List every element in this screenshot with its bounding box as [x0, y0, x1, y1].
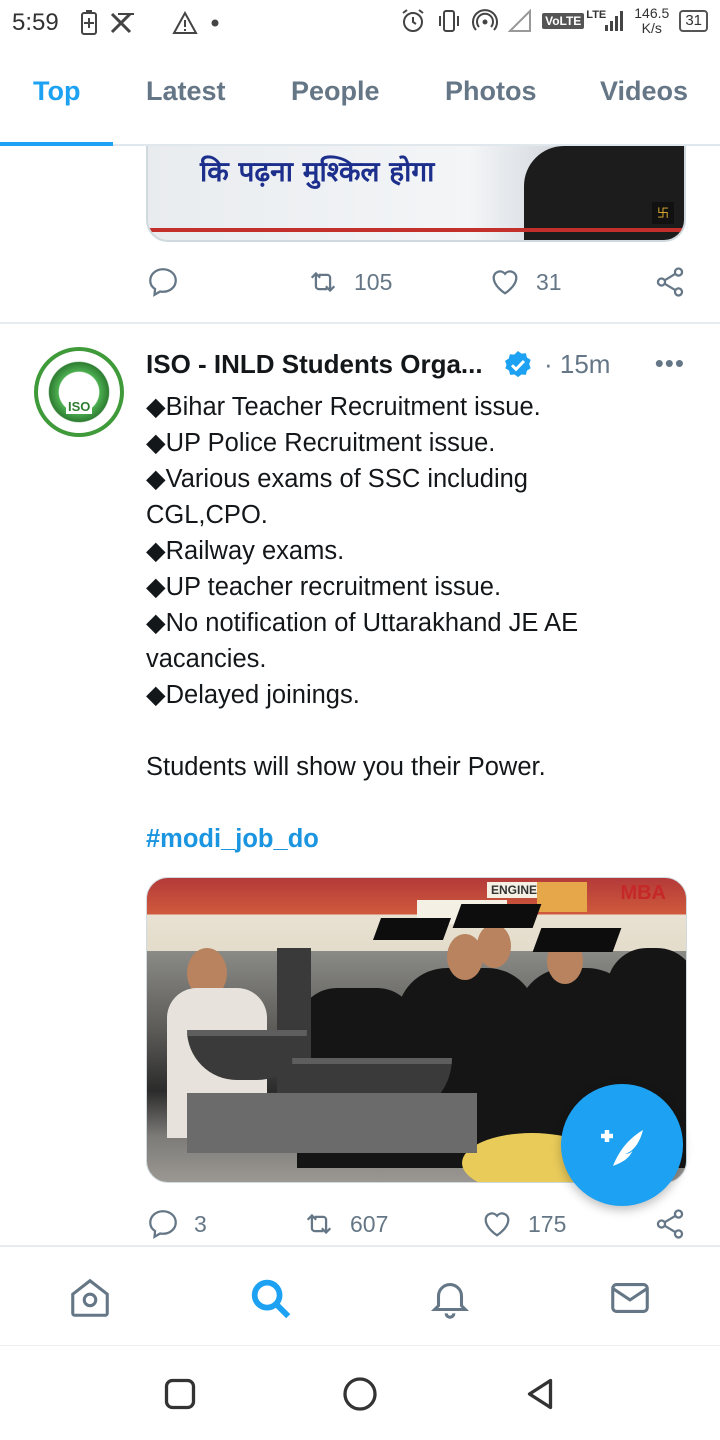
retweet-icon: [306, 1213, 332, 1235]
signal-icon: [605, 11, 624, 31]
status-time: 5:59: [12, 9, 59, 36]
avatar-label: ISO: [66, 399, 93, 414]
tweet-line: ◆Railway exams.: [146, 537, 345, 565]
home-button[interactable]: [342, 1376, 378, 1412]
like-button[interactable]: 175: [480, 1207, 566, 1241]
retweet-button[interactable]: 105: [306, 265, 392, 299]
tweet-line: ◆Various exams of SSC including: [146, 465, 528, 493]
active-tab-indicator: [0, 142, 113, 146]
tab-top[interactable]: Top: [33, 76, 80, 107]
search-icon: [251, 1279, 291, 1319]
retweet-button[interactable]: 607: [302, 1207, 388, 1241]
compose-feather-icon: [601, 1130, 643, 1166]
net-speed: 146.5 K/s: [634, 5, 670, 36]
hashtag-link[interactable]: #modi_job_do: [146, 821, 691, 857]
avatar[interactable]: ISO: [34, 347, 124, 437]
tweet-line: ◆Bihar Teacher Recruitment issue.: [146, 393, 541, 421]
avatar-emblem: [44, 357, 114, 427]
tweet-closing-line: Students will show you their Power.: [146, 753, 546, 781]
reply-count: 3: [194, 1210, 207, 1237]
tab-videos[interactable]: Videos: [600, 76, 688, 107]
nav-home[interactable]: [67, 1275, 113, 1321]
reply-icon: [149, 1210, 177, 1239]
tweet-timestamp: · 15m: [544, 349, 611, 379]
tweet-text: ◆Bihar Teacher Recruitment issue. ◆UP Po…: [146, 389, 691, 857]
tweet-line: ◆UP Police Recruitment issue.: [146, 429, 496, 457]
back-button[interactable]: [522, 1376, 558, 1412]
signal-empty-icon: [508, 9, 532, 32]
battery-saver-icon: [81, 10, 97, 35]
x-app-icon: [110, 12, 134, 34]
more-options-icon[interactable]: •••: [655, 348, 685, 379]
warning-icon: [172, 11, 198, 34]
alarm-icon: [402, 9, 424, 32]
volte-badge: VoLTE: [542, 13, 585, 29]
notifications-icon: [430, 1283, 470, 1319]
retweet-count: 105: [354, 268, 393, 295]
search-tabs: Top Latest People Photos Videos: [0, 48, 720, 146]
system-navigation: [0, 1345, 720, 1440]
media-logo-icon: 卐: [652, 202, 674, 224]
bottom-navigation: [0, 1245, 720, 1345]
home-icon: [71, 1278, 109, 1317]
media-caption: कि पढ़ना मुश्किल होगा: [200, 155, 435, 188]
recents-button[interactable]: [162, 1376, 198, 1412]
tab-photos[interactable]: Photos: [445, 76, 537, 107]
nav-notifications[interactable]: [427, 1275, 473, 1321]
tweet-actions: 3 607 175: [146, 1204, 691, 1244]
retweet-count: 607: [350, 1210, 389, 1237]
lte-label: LTE: [586, 9, 607, 21]
tweet-divider: [0, 322, 720, 324]
vibrate-icon: [439, 10, 460, 32]
battery-indicator: 31: [679, 10, 708, 32]
share-button[interactable]: [653, 265, 687, 299]
tweet-line: vacancies.: [146, 645, 267, 673]
nav-messages[interactable]: [607, 1275, 653, 1321]
nav-search[interactable]: [247, 1275, 293, 1321]
dot-icon: [211, 19, 219, 27]
previous-tweet-actions: 105 31: [146, 262, 691, 302]
media-stripe: [148, 228, 684, 232]
like-button[interactable]: 31: [488, 265, 562, 299]
home-circle-icon: [343, 1377, 377, 1411]
reply-icon: [149, 268, 177, 297]
tweet-line: ◆Delayed joinings.: [146, 681, 360, 709]
messages-icon: [611, 1283, 649, 1313]
status-bar: 5:59 VoLTE LTE 146.5 K/s 31: [0, 0, 720, 48]
like-count: 31: [536, 268, 562, 295]
share-icon: [656, 267, 684, 297]
retweet-icon: [310, 271, 336, 293]
tweet-line: ◆No notification of Uttarakhand JE AE: [146, 609, 579, 637]
reply-button[interactable]: 3: [146, 1207, 207, 1241]
tab-latest[interactable]: Latest: [146, 76, 226, 107]
verified-badge-icon: [505, 351, 531, 378]
compose-tweet-button[interactable]: [561, 1084, 683, 1206]
share-button[interactable]: [653, 1207, 687, 1241]
like-count: 175: [528, 1210, 567, 1237]
heart-icon: [492, 270, 518, 295]
tweet-line: ◆UP teacher recruitment issue.: [146, 573, 502, 601]
hotspot-icon: [472, 9, 499, 31]
tweet-line: CGL,CPO.: [146, 501, 268, 529]
recents-icon: [164, 1378, 196, 1410]
share-icon: [656, 1209, 684, 1239]
author-name[interactable]: ISO - INLD Students Orga...: [146, 349, 483, 380]
reply-button[interactable]: [146, 265, 180, 299]
photo-sign-mba: MBA: [620, 882, 666, 904]
previous-tweet-media[interactable]: कि पढ़ना मुश्किल होगा 卐: [146, 146, 686, 242]
back-icon: [527, 1378, 553, 1410]
heart-icon: [484, 1212, 510, 1237]
tab-people[interactable]: People: [291, 76, 380, 107]
tweet-header: ISO - INLD Students Orga... · 15m •••: [146, 346, 691, 386]
